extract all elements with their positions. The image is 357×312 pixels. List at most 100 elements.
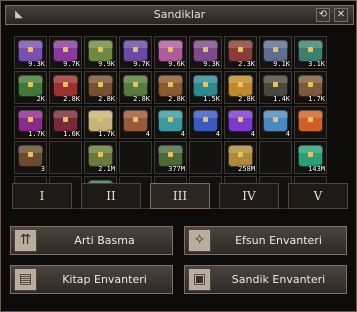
inventory-slot[interactable]	[49, 141, 82, 174]
item-quantity: 2.8K	[238, 95, 255, 103]
item-quantity: 2.1M	[98, 165, 115, 173]
item-quantity: 143M	[308, 165, 325, 173]
chest-icon: ▣	[188, 268, 211, 291]
item-quantity: 4	[215, 130, 220, 138]
item-quantity: 3.1K	[308, 60, 325, 68]
inventory-slot[interactable]: 2.3K	[224, 36, 257, 69]
inventory-slot[interactable]: 4	[259, 106, 292, 139]
inventory-slot[interactable]: 2.1M	[84, 141, 117, 174]
inventory-slot[interactable]: 9.7K	[119, 36, 152, 69]
wooden-chest-icon	[158, 75, 183, 97]
tab-page-5[interactable]: V	[288, 183, 348, 209]
tab-page-1[interactable]: I	[12, 183, 72, 209]
close-button[interactable]: ✕	[334, 8, 348, 22]
item-quantity: 2.8K	[133, 95, 150, 103]
kitap-envanteri-button[interactable]: ▤ Kitap Envanteri	[10, 265, 173, 294]
dark-chest-icon	[263, 75, 288, 97]
item-quantity: 9.3K	[203, 60, 220, 68]
inventory-slot[interactable]	[259, 141, 292, 174]
blue-silver-chest-icon	[263, 40, 288, 62]
inventory-slot[interactable]: 2K	[14, 71, 47, 104]
inventory-slot[interactable]: 1.7K	[84, 106, 117, 139]
inventory-slot[interactable]: 9.3K	[14, 36, 47, 69]
title-bar[interactable]: ◣ Sandiklar ⟲ ✕	[5, 5, 354, 25]
inventory-slot[interactable]: 377M	[154, 141, 187, 174]
inventory-slot[interactable]	[294, 106, 327, 139]
gold-pyramid-icon	[228, 145, 253, 167]
inventory-slot[interactable]: 3	[14, 141, 47, 174]
inventory-slot[interactable]: 4	[154, 106, 187, 139]
tab-page-3[interactable]: III	[150, 183, 210, 209]
item-lock-detail	[203, 82, 208, 87]
item-quantity: 1.7K	[308, 95, 325, 103]
item-lock-detail	[168, 47, 173, 52]
item-lock-detail	[203, 117, 208, 122]
inventory-slot[interactable]: 1.7K	[294, 71, 327, 104]
winged-gold-item-icon	[88, 110, 113, 132]
item-quantity: 9.7K	[63, 60, 80, 68]
inventory-slot[interactable]: 4	[119, 106, 152, 139]
red-spiked-chest-icon	[53, 110, 78, 132]
inventory-slot[interactable]: 9.3K	[189, 36, 222, 69]
inventory-slot[interactable]: 143M	[294, 141, 327, 174]
item-lock-detail	[308, 152, 313, 157]
kitap-envanteri-label: Kitap Envanteri	[62, 273, 147, 286]
item-lock-detail	[273, 47, 278, 52]
pink-chest-icon	[158, 40, 183, 62]
star-chest-icon	[228, 75, 253, 97]
inventory-slot[interactable]	[189, 141, 222, 174]
inventory-slot[interactable]: 1.6K	[49, 106, 82, 139]
item-quantity: 2.8K	[98, 95, 115, 103]
inventory-slot[interactable]: 9.9K	[84, 36, 117, 69]
sandik-envanteri-button[interactable]: ▣ Sandik Envanteri	[184, 265, 347, 294]
inventory-slot[interactable]: 1.4K	[259, 71, 292, 104]
fire-chest-icon	[298, 110, 323, 132]
inventory-slot[interactable]	[119, 141, 152, 174]
item-lock-detail	[273, 117, 278, 122]
item-quantity: 9.9K	[98, 60, 115, 68]
item-quantity: 9.3K	[28, 60, 45, 68]
item-quantity: 1.4K	[273, 95, 290, 103]
chest-inventory-window: ◣ Sandiklar ⟲ ✕ 9.3K 9.7K 9.9K 9.7K 9.6K 9.3K…	[0, 0, 357, 312]
item-quantity: 4	[180, 130, 185, 138]
magenta-large-chest-icon	[18, 110, 43, 132]
inventory-slot[interactable]: 4	[189, 106, 222, 139]
item-lock-detail	[308, 117, 313, 122]
inventory-slot[interactable]: 2.8K	[224, 71, 257, 104]
inventory-slot[interactable]: 9.6K	[154, 36, 187, 69]
item-quantity: 9.7K	[133, 60, 150, 68]
inventory-slot[interactable]: 2.8K	[84, 71, 117, 104]
refresh-button[interactable]: ⟲	[316, 8, 330, 22]
item-quantity: 1.5K	[203, 95, 220, 103]
inventory-slot[interactable]: 2.8K	[119, 71, 152, 104]
inventory-slot[interactable]: 1.7K	[14, 106, 47, 139]
item-lock-detail	[63, 82, 68, 87]
item-quantity: 1.6K	[63, 130, 80, 138]
item-quantity: 2.8K	[63, 95, 80, 103]
window-title: Sandiklar	[153, 8, 206, 21]
tab-page-2[interactable]: II	[81, 183, 141, 209]
item-lock-detail	[308, 82, 313, 87]
item-lock-detail	[238, 117, 243, 122]
blue-lightning-icon	[193, 110, 218, 132]
inventory-slot[interactable]: 2.8K	[154, 71, 187, 104]
inventory-slot[interactable]: 9.1K	[259, 36, 292, 69]
cyan-chest-icon	[193, 75, 218, 97]
tab-page-4[interactable]: IV	[219, 183, 279, 209]
item-lock-detail	[308, 47, 313, 52]
arti-basma-button[interactable]: ⇈ Arti Basma	[10, 226, 173, 255]
efsun-envanteri-button[interactable]: ✧ Efsun Envanteri	[184, 226, 347, 255]
inventory-slot[interactable]: 2.8K	[49, 71, 82, 104]
inventory-slot[interactable]: 4	[224, 106, 257, 139]
green-gold-chest-icon	[88, 40, 113, 62]
brown-chest-icon	[88, 75, 113, 97]
inventory-slot[interactable]: 3.1K	[294, 36, 327, 69]
red-orb-chest-icon	[53, 75, 78, 97]
stack-plus-icon: ⇈	[14, 229, 37, 252]
green-chest-icon	[18, 75, 43, 97]
item-quantity: 9.1K	[273, 60, 290, 68]
inventory-slot[interactable]: 9.7K	[49, 36, 82, 69]
inventory-slot[interactable]: 258M	[224, 141, 257, 174]
green-crystal-icon	[298, 145, 323, 167]
inventory-slot[interactable]: 1.5K	[189, 71, 222, 104]
